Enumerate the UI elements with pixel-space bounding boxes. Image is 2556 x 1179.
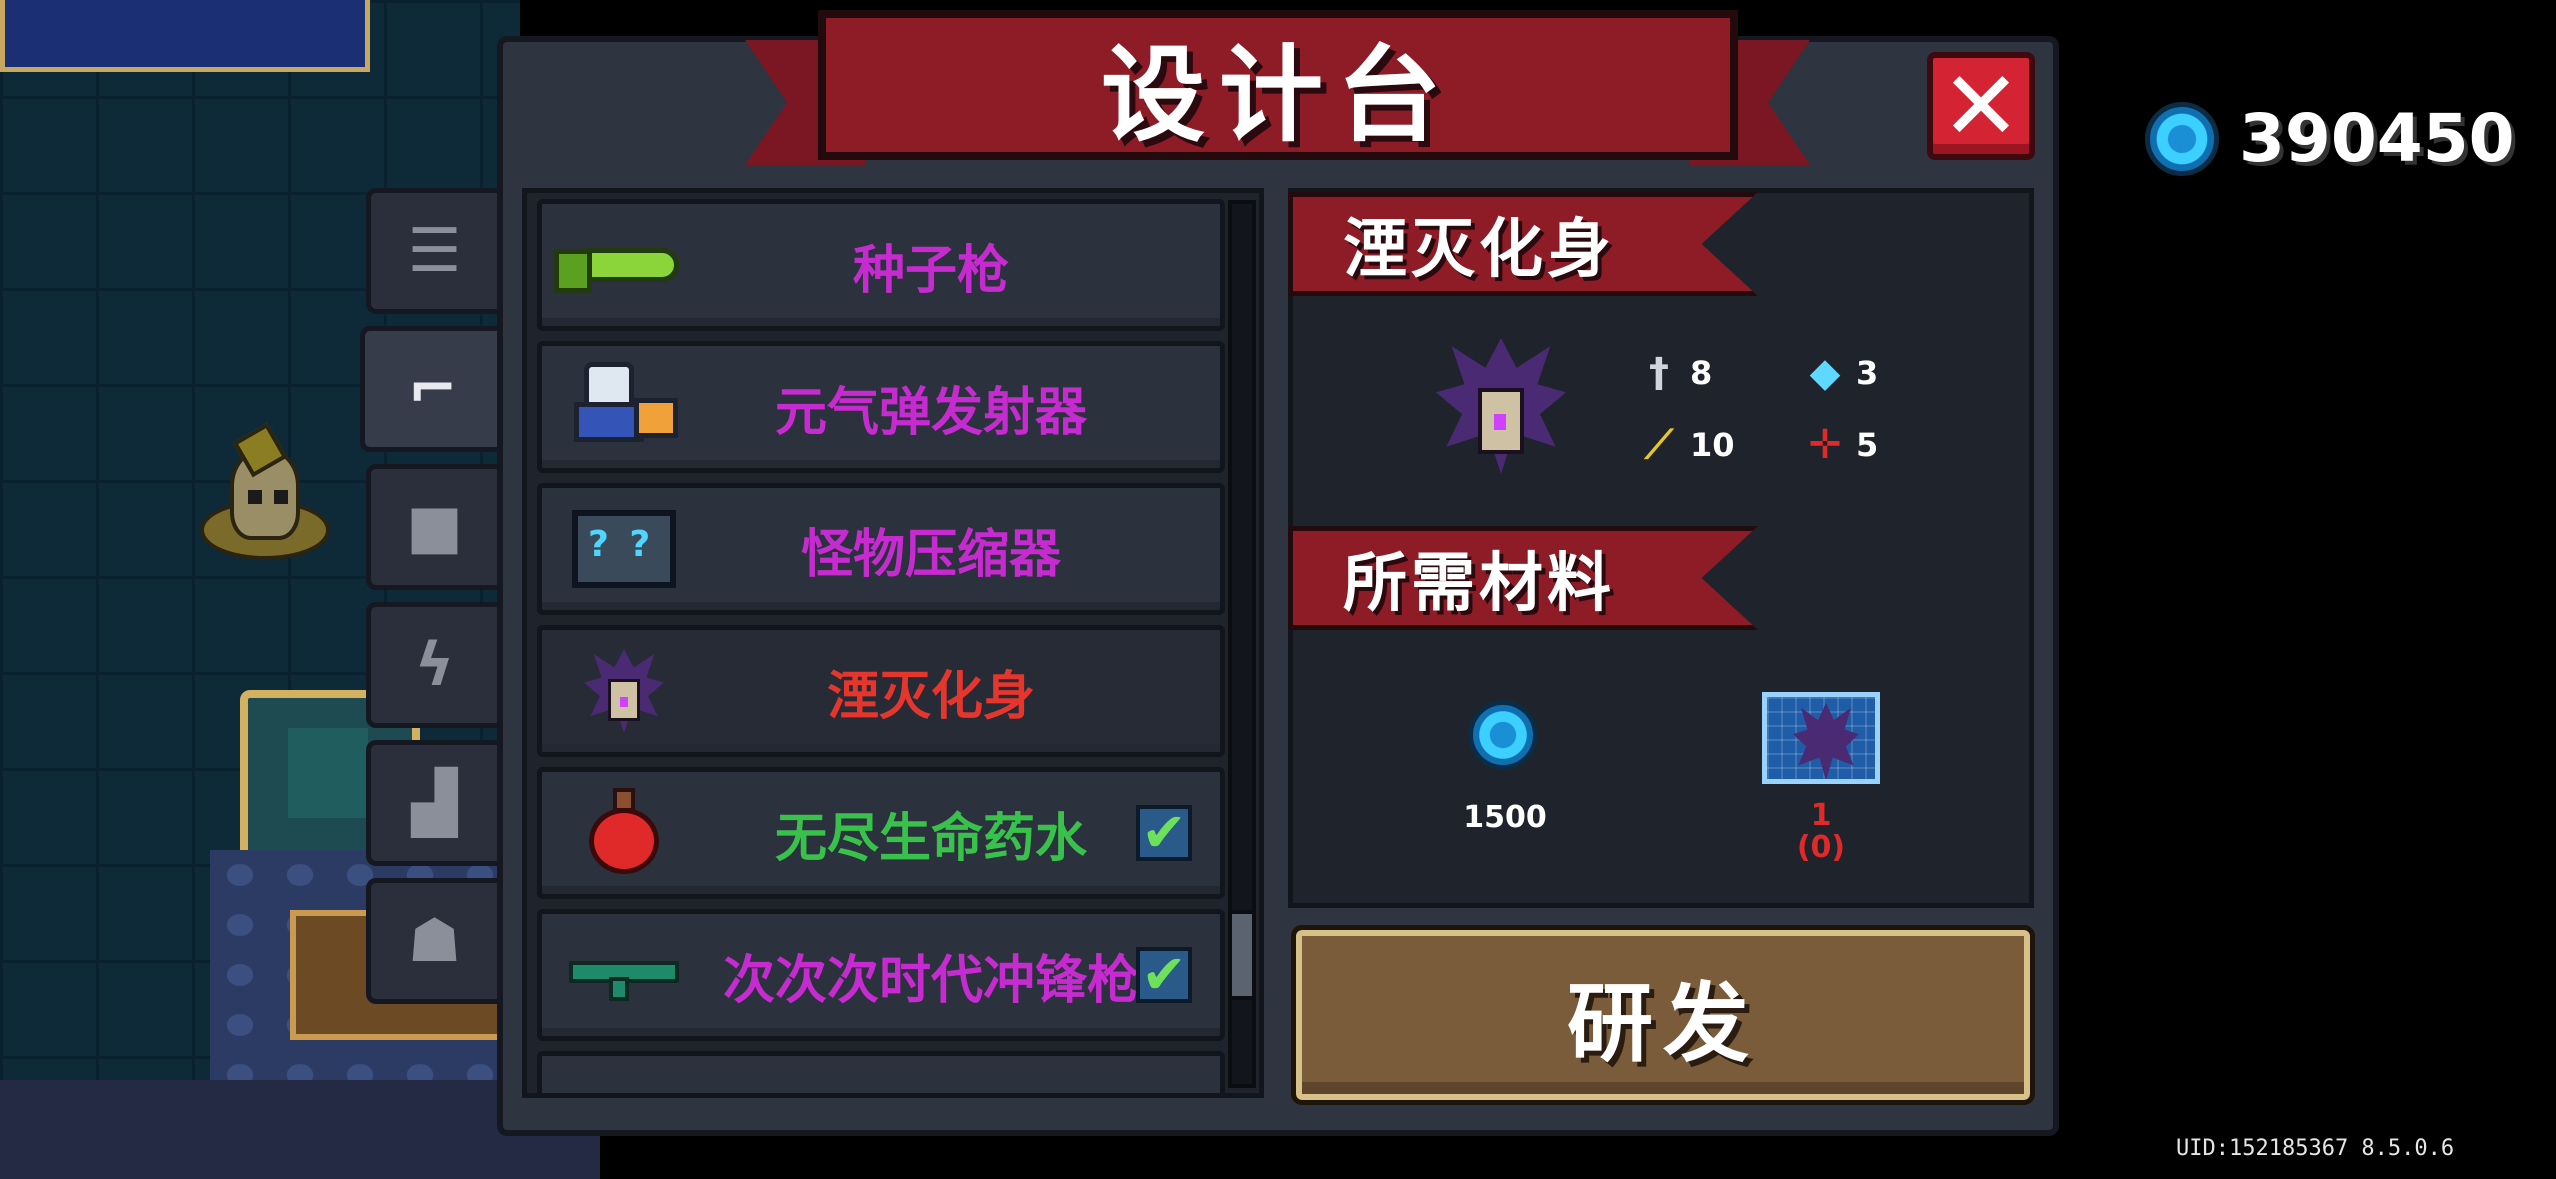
list-item[interactable]: 种子枪 [537,199,1225,331]
item-name: 次次次时代冲锋枪 [722,950,1139,1011]
item-name: 元气弹发射器 [774,382,1087,443]
materials-ribbon: 所需材料 [1288,526,1758,630]
item-name: 无尽生命药水 [774,808,1087,869]
crit-icon: ⟋ [1645,422,1673,468]
avatar-icon [564,641,684,741]
title-ribbon: 设计台 [818,10,1738,160]
list-item[interactable] [537,1051,1225,1093]
close-button[interactable]: ✕ [1927,52,2035,160]
list-item[interactable]: 无尽生命药水 ✔ [537,767,1225,899]
energy-stat: ◆ 3 [1802,350,1879,396]
list-item-selected[interactable]: 湮灭化身 [537,625,1225,757]
research-button[interactable]: 研发 [1291,925,2035,1105]
character-icon: ☗ [407,906,462,976]
item-name: 怪物压缩器 [800,524,1061,585]
blueprint-icon [1762,692,1880,784]
blueprint-list[interactable]: 种子枪 元气弹发射器 怪物压缩器 湮灭化身 无尽生命药水 ✔ 次次次时代冲锋枪 … [522,188,1264,1098]
list-item[interactable]: 元气弹发射器 [537,341,1225,473]
list-item[interactable]: 次次次时代冲锋枪 ✔ [537,909,1225,1041]
item-name: 种子枪 [852,240,1009,301]
list-icon: ☰ [407,216,462,286]
damage-stat: † 8 [1636,350,1712,396]
page-title: 设计台 [1100,33,1455,156]
lightning-icon: ϟ [414,630,455,700]
crosshair-icon: ✛ [1808,422,1842,468]
item-name: 湮灭化身 [826,666,1035,727]
items-icon: ▟ [411,768,458,838]
diamond-icon: ◆ [1809,350,1841,396]
tab-weapons[interactable]: ⌐ [360,326,500,452]
gem-amount: 390450 [2239,100,2515,177]
accuracy-stat: ✛ 5 [1802,422,1878,468]
research-label: 研发 [1567,973,1759,1074]
weapon-icon: ⌐ [407,354,458,424]
launcher-icon [564,357,684,457]
selected-item-icon [1436,338,1566,474]
gem-cost: 1500 [1463,800,1547,835]
uid-text: UID:152185367 8.5.0.6 [2176,1136,2455,1161]
list-item[interactable]: 怪物压缩器 [537,483,1225,615]
close-icon: ✕ [1940,50,2022,162]
blueprint-cost: 1 (0) [1796,798,1846,865]
check-icon: ✔ [1141,801,1187,864]
currency-display: 390450 [2145,100,2515,177]
armor-icon: ■ [406,492,463,562]
tab-skills[interactable]: ϟ [366,602,498,728]
carpet [0,0,370,72]
smg-icon [564,925,684,1025]
tab-armor[interactable]: ■ [366,464,498,590]
materials-title: 所需材料 [1343,547,1615,621]
gem-icon [1468,700,1538,770]
tab-characters[interactable]: ☗ [366,878,498,1004]
gem-icon [2145,101,2219,176]
sword-icon: † [1649,350,1669,396]
item-title: 湮灭化身 [1343,213,1615,287]
scrollbar-thumb[interactable] [1228,910,1256,1000]
seed-gun-icon [554,215,684,315]
item-title-ribbon: 湮灭化身 [1288,192,1758,296]
owned-checkbox: ✔ [1136,805,1192,861]
crit-stat: ⟋ 10 [1636,422,1735,468]
potion-icon [564,783,684,883]
tab-items[interactable]: ▟ [366,740,498,866]
monster-box-icon [564,499,684,599]
npc-character [200,422,330,580]
owned-checkbox: ✔ [1136,947,1192,1003]
tab-list[interactable]: ☰ [366,188,498,314]
check-icon: ✔ [1141,943,1187,1006]
